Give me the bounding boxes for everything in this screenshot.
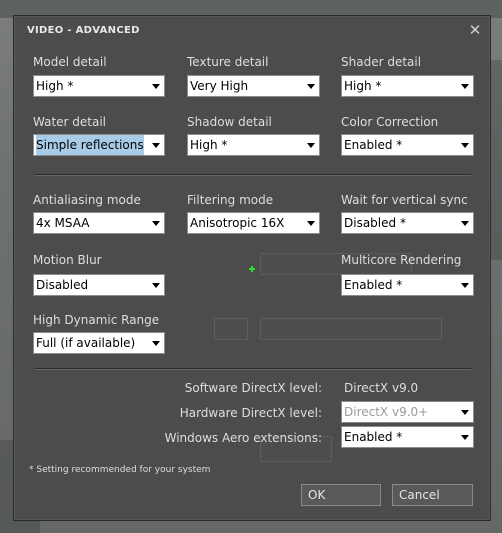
chevron-down-icon [461,143,469,148]
chevron-down-icon [461,84,469,89]
filtering-mode-label: Filtering mode [187,193,274,207]
antialiasing-mode-dropdown[interactable]: 4x MSAA [33,212,165,234]
background-ghost-control [260,318,442,340]
chevron-down-icon [152,221,160,226]
water-detail-label: Water detail [33,115,107,129]
chevron-down-icon [307,221,315,226]
close-icon[interactable]: ✕ [467,21,483,39]
antialiasing-mode-label: Antialiasing mode [33,193,141,207]
hardware-directx-label: Hardware DirectX level: [179,406,322,420]
antialiasing-mode-value: 4x MSAA [36,216,90,230]
hdr-label: High Dynamic Range [33,313,160,327]
dialog-title: VIDEO - ADVANCED [27,25,140,36]
shader-detail-dropdown[interactable]: High * [341,75,474,97]
chevron-down-icon [152,84,160,89]
hdr-dropdown[interactable]: Full (if available) [33,332,165,354]
motion-blur-value: Disabled [36,278,89,292]
filtering-mode-dropdown[interactable]: Anisotropic 16X [187,212,320,234]
multicore-rendering-value: Enabled * [344,278,403,292]
hardware-directx-value: DirectX v9.0+ [344,405,429,419]
cancel-button[interactable]: Cancel [392,484,473,506]
texture-detail-dropdown[interactable]: Very High [187,75,320,97]
background-ghost-control [214,318,248,340]
section-divider [34,174,471,176]
section-divider [34,368,471,370]
model-detail-dropdown[interactable]: High * [33,75,165,97]
chevron-down-icon [461,410,469,415]
chevron-down-icon [152,341,160,346]
multicore-rendering-dropdown[interactable]: Enabled * [341,274,474,296]
shadow-detail-dropdown[interactable]: High * [187,134,320,156]
aero-extensions-dropdown[interactable]: Enabled * [341,426,474,448]
chevron-down-icon [461,283,469,288]
recommendation-footnote: * Setting recommended for your system [29,465,211,475]
texture-detail-label: Texture detail [187,55,269,69]
crosshair-cursor-icon [249,266,255,272]
motion-blur-dropdown[interactable]: Disabled [33,274,165,296]
multicore-rendering-label: Multicore Rendering [341,253,462,267]
water-detail-dropdown[interactable]: Simple reflections [33,134,165,156]
chevron-down-icon [461,221,469,226]
vertical-sync-value: Disabled * [344,216,406,230]
ok-button[interactable]: OK [301,484,381,506]
hardware-directx-dropdown[interactable]: DirectX v9.0+ [341,401,474,423]
chevron-down-icon [307,143,315,148]
color-correction-value: Enabled * [344,138,403,152]
vertical-sync-label: Wait for vertical sync [341,193,468,207]
model-detail-label: Model detail [33,55,107,69]
filtering-mode-value: Anisotropic 16X [190,216,285,230]
chevron-down-icon [461,435,469,440]
software-directx-label: Software DirectX level: [184,381,322,395]
texture-detail-value: Very High [190,79,249,93]
aero-extensions-value: Enabled * [344,430,403,444]
aero-extensions-label: Windows Aero extensions: [164,431,322,445]
color-correction-label: Color Correction [341,115,439,129]
shadow-detail-label: Shadow detail [187,115,272,129]
chevron-down-icon [307,84,315,89]
hdr-value: Full (if available) [36,336,136,350]
shadow-detail-value: High * [190,138,228,152]
chevron-down-icon [152,283,160,288]
dialog-titlebar[interactable]: VIDEO - ADVANCED ✕ [14,16,490,46]
vertical-sync-dropdown[interactable]: Disabled * [341,212,474,234]
shader-detail-value: High * [344,79,382,93]
shader-detail-label: Shader detail [341,55,422,69]
software-directx-value: DirectX v9.0 [344,381,419,395]
water-detail-value: Simple reflections [36,135,144,155]
motion-blur-label: Motion Blur [33,253,102,267]
chevron-down-icon [152,143,160,148]
color-correction-dropdown[interactable]: Enabled * [341,134,474,156]
model-detail-value: High * [36,79,74,93]
